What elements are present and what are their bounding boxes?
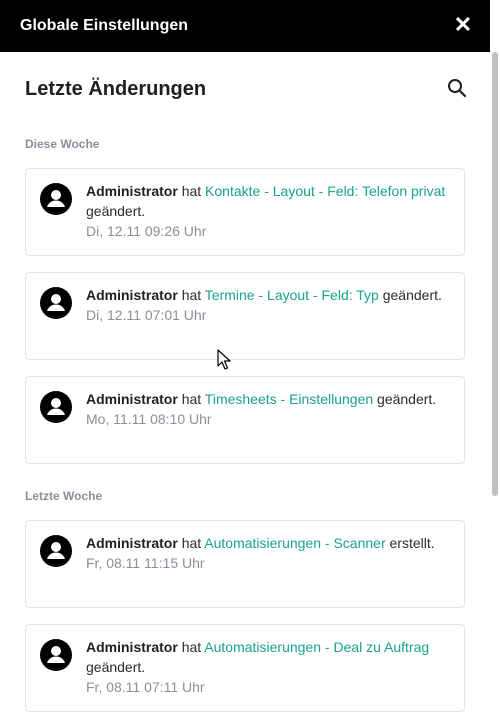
action-text: geändert. [86, 203, 146, 219]
page-title: Letzte Änderungen [25, 78, 207, 100]
verb-text: hat [181, 535, 202, 551]
list-item: Administrator hat Automatisierungen - Sc… [25, 520, 465, 608]
verb-text: hat [181, 183, 202, 199]
timestamp: Di, 12.11 09:26 Uhr [86, 223, 207, 239]
scrollbar-thumb[interactable] [492, 52, 498, 496]
user-avatar-icon [40, 391, 72, 423]
mouse-cursor-icon [217, 349, 231, 371]
list-item: Administrator hat Kontakte - Layout - Fe… [25, 168, 465, 256]
changed-object-link[interactable]: Timesheets - Einstellungen [205, 391, 373, 407]
user-name: Administrator [86, 287, 178, 303]
list-item: Administrator hat Timesheets - Einstellu… [25, 376, 465, 464]
verb-text: hat [181, 639, 202, 655]
action-text: erstellt. [389, 535, 435, 551]
verb-text: hat [181, 287, 202, 303]
timestamp: Di, 12.11 07:01 Uhr [86, 307, 207, 323]
user-avatar-icon [40, 183, 72, 215]
change-entry-text: Administrator hat Automatisierungen - Sc… [86, 533, 446, 573]
change-entry-text: Administrator hat Kontakte - Layout - Fe… [86, 181, 446, 241]
user-name: Administrator [86, 183, 178, 199]
change-entry-text: Administrator hat Termine - Layout - Fel… [86, 285, 446, 325]
search-icon[interactable] [446, 77, 468, 99]
changed-object-link[interactable]: Kontakte - Layout - Feld: Telefon privat [205, 183, 445, 199]
changed-object-link[interactable]: Automatisierungen - Deal zu Auftrag [204, 639, 429, 655]
list-item: Administrator hat Automatisierungen - De… [25, 624, 465, 712]
user-name: Administrator [86, 535, 178, 551]
close-icon[interactable]: ✕ [452, 14, 474, 36]
action-text: geändert. [86, 659, 146, 675]
change-entry-text: Administrator hat Automatisierungen - De… [86, 637, 446, 697]
action-text: geändert. [377, 391, 437, 407]
user-avatar-icon [40, 639, 72, 671]
timestamp: Fr, 08.11 11:15 Uhr [86, 555, 205, 571]
timestamp: Mo, 11.11 08:10 Uhr [86, 411, 212, 427]
changed-object-link[interactable]: Termine - Layout - Feld: Typ [205, 287, 379, 303]
header-bar: Globale Einstellungen ✕ [0, 0, 490, 52]
action-text: geändert. [382, 287, 442, 303]
list-item: Administrator hat Termine - Layout - Fel… [25, 272, 465, 360]
section-label-last-week: Letzte Woche [25, 489, 103, 503]
timestamp: Fr, 08.11 07:11 Uhr [86, 679, 205, 695]
user-name: Administrator [86, 639, 178, 655]
user-avatar-icon [40, 287, 72, 319]
user-avatar-icon [40, 535, 72, 567]
section-label-this-week: Diese Woche [25, 137, 100, 151]
changed-object-link[interactable]: Automatisierungen - Scanner [204, 535, 385, 551]
verb-text: hat [181, 391, 202, 407]
user-name: Administrator [86, 391, 178, 407]
window-title: Globale Einstellungen [20, 17, 189, 34]
change-entry-text: Administrator hat Timesheets - Einstellu… [86, 389, 446, 429]
